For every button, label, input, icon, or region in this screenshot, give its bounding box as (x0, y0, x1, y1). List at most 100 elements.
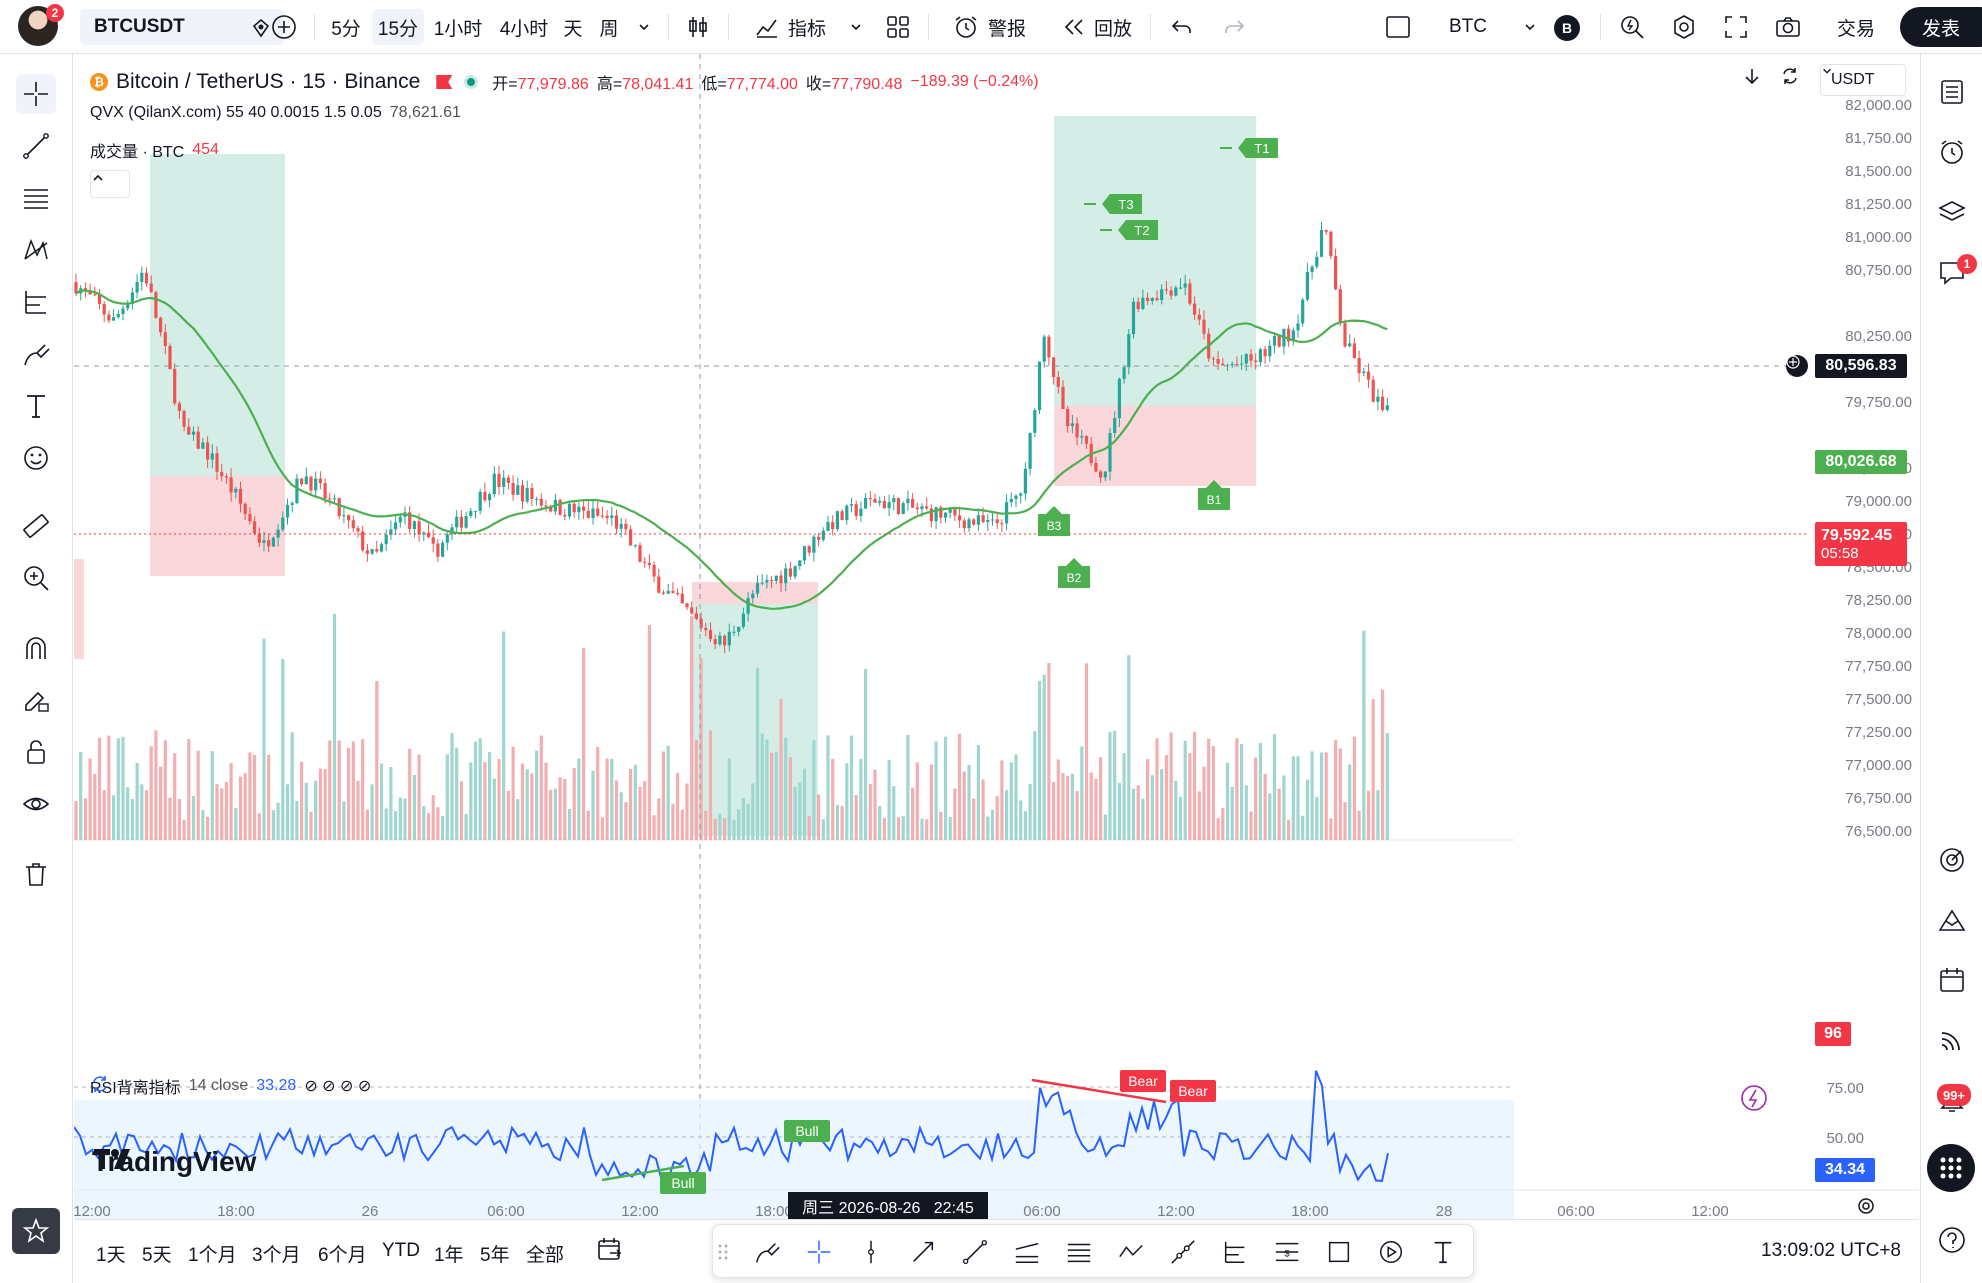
zoom-in-tool[interactable] (16, 558, 56, 598)
candle-body (535, 498, 539, 500)
range-1d[interactable]: 1天 (96, 1240, 126, 1267)
favorites-button[interactable] (12, 1208, 60, 1254)
fib-tool[interactable] (16, 178, 56, 218)
lock-drawings-tool[interactable] (16, 732, 56, 772)
symbol-search[interactable]: BTCUSDT (80, 9, 284, 45)
range-1m[interactable]: 1个月 (188, 1240, 237, 1267)
interval-1d[interactable]: 天 (558, 9, 588, 45)
volume-legend[interactable]: 成交量 · BTC 454 (90, 138, 219, 162)
db-arrow-tool[interactable] (905, 1234, 941, 1270)
db-extended-line-tool[interactable] (1165, 1234, 1201, 1270)
indicators-dropdown[interactable] (844, 9, 868, 45)
db-brush-tool[interactable] (749, 1234, 785, 1270)
chart-pane[interactable]: 82,000.00 81,750.00 81,500.00 81,250.00 81,0… (74, 54, 1919, 1220)
magnet-tool[interactable] (16, 628, 56, 668)
volume-bar (553, 788, 557, 840)
hide-drawings-tool[interactable] (16, 784, 56, 824)
goto-date-button[interactable] (596, 1236, 624, 1269)
redo-button[interactable] (1216, 9, 1252, 45)
fullscreen-button[interactable] (1718, 9, 1754, 45)
range-ytd[interactable]: YTD (382, 1240, 420, 1262)
candle-body (638, 545, 642, 562)
interval-1w[interactable]: 周 (594, 9, 624, 45)
volume-bar (694, 739, 698, 840)
help-button[interactable] (1932, 1220, 1972, 1260)
emoji-tool[interactable] (16, 438, 56, 478)
db-fib-tool[interactable] (1061, 1234, 1097, 1270)
stay-drawing-tool[interactable] (16, 680, 56, 720)
compare-dropdown[interactable] (1518, 9, 1542, 45)
interval-1h[interactable]: 1小时 (428, 9, 488, 45)
range-1y[interactable]: 1年 (434, 1240, 464, 1267)
db-crosshair-tool[interactable] (801, 1234, 837, 1270)
crosshair-tool[interactable] (16, 74, 56, 114)
add-alert-button[interactable] (1786, 355, 1808, 377)
db-trend-line-tool[interactable] (957, 1234, 993, 1270)
interval-15m[interactable]: 15分 (372, 9, 424, 45)
replay-button[interactable]: 回放 (1054, 9, 1140, 45)
db-text-tool[interactable] (1425, 1234, 1461, 1270)
indicators-button[interactable]: 指标 (742, 9, 838, 45)
measure-tool[interactable] (16, 506, 56, 546)
range-5y[interactable]: 5年 (480, 1240, 510, 1267)
alerts-panel-button[interactable] (1932, 132, 1972, 172)
chart-type-button[interactable] (680, 9, 716, 45)
news-button[interactable] (1932, 1020, 1972, 1060)
clock[interactable]: 13:09:02 UTC+8 (1761, 1240, 1901, 1262)
add-symbol-button[interactable] (266, 9, 302, 45)
volume-bar (318, 768, 322, 840)
trend-line-tool[interactable] (16, 126, 56, 166)
flag-icon[interactable] (436, 75, 453, 89)
db-path-tool[interactable] (1113, 1234, 1149, 1270)
text-tool[interactable] (16, 386, 56, 426)
settings-button[interactable] (1666, 9, 1702, 45)
range-all[interactable]: 全部 (526, 1240, 564, 1267)
price-tick-label: 77,250.00 (1845, 724, 1912, 741)
db-long-position-tool[interactable] (1217, 1234, 1253, 1270)
db-price-range-tool[interactable]: $ (1269, 1234, 1305, 1270)
range-5d[interactable]: 5天 (142, 1240, 172, 1267)
trade-button[interactable]: 交易 (1826, 9, 1886, 45)
brush-tool[interactable] (16, 334, 56, 374)
publish-button[interactable]: 发表 (1900, 7, 1982, 47)
pattern-tool[interactable] (16, 230, 56, 270)
interval-dropdown[interactable] (630, 9, 658, 45)
layouts-button[interactable] (880, 9, 916, 45)
db-replay-tool[interactable] (1373, 1234, 1409, 1270)
range-3m[interactable]: 3个月 (252, 1240, 301, 1267)
ideas-button[interactable] (1932, 900, 1972, 940)
range-6m[interactable]: 6个月 (318, 1240, 367, 1267)
candle-body (1164, 289, 1168, 291)
tradingview-logo-icon (94, 1149, 130, 1169)
products-button[interactable] (1927, 1144, 1975, 1192)
qvx-legend[interactable]: QVX (QilanX.com) 55 40 0.0015 1.5 0.05 7… (90, 104, 461, 122)
compare-checkbox[interactable] (1380, 9, 1416, 45)
chart-canvas[interactable]: 82,000.00 81,750.00 81,500.00 81,250.00 81,0… (74, 54, 1919, 1219)
db-vertical-line-tool[interactable] (853, 1234, 889, 1270)
scroll-to-latest-button[interactable] (1742, 66, 1772, 96)
quick-search-button[interactable] (1614, 9, 1650, 45)
remove-drawings-tool[interactable] (16, 854, 56, 894)
calendar-button[interactable] (1932, 960, 1972, 1000)
watchlist-button[interactable] (1932, 72, 1972, 112)
compare-symbol[interactable]: BTC (1436, 9, 1500, 45)
interval-5m[interactable]: 5分 (324, 9, 368, 45)
db-channel-tool[interactable] (1009, 1234, 1045, 1270)
interval-4h[interactable]: 4小时 (494, 9, 554, 45)
drag-handle[interactable] (715, 1234, 731, 1270)
collapse-legend-button[interactable] (90, 170, 130, 198)
snapshot-button[interactable] (1770, 9, 1806, 45)
volume-bar (835, 805, 839, 840)
symbol-title[interactable]: Bitcoin / TetherUS · 15 · Binance (116, 70, 420, 94)
undo-button[interactable] (1164, 9, 1200, 45)
object-tree-button[interactable] (1932, 192, 1972, 232)
alert-button[interactable]: 警报 (946, 9, 1032, 45)
refresh-icon[interactable] (90, 1074, 110, 1094)
volume-bar (130, 799, 134, 840)
forecast-tool[interactable] (16, 282, 56, 322)
currency-select[interactable]: USDT (1820, 64, 1906, 96)
hotlists-button[interactable] (1932, 840, 1972, 880)
restore-pane-button[interactable] (1780, 66, 1810, 96)
rsi-legend[interactable]: RSI背离指标 14 close 33.28 ⊘ ⊘ ⊘ ⊘ (90, 1074, 371, 1098)
db-rectangle-tool[interactable] (1321, 1234, 1357, 1270)
